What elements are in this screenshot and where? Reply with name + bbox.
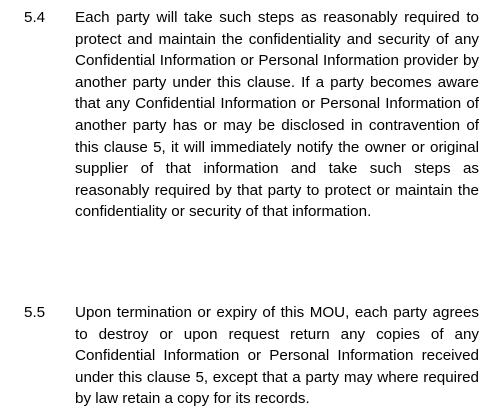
clause-number: 5.5: [24, 304, 46, 321]
clause-5-5: 5.5 Upon termination or expiry of this M…: [24, 302, 479, 410]
clause-text: Each party will take such steps as reaso…: [75, 9, 479, 221]
clause-5-4: 5.4 Each party will take such steps as r…: [24, 7, 479, 223]
clause-text: Upon termination or expiry of this MOU, …: [75, 304, 479, 408]
document-page: 5.4 Each party will take such steps as r…: [0, 0, 489, 420]
clause-number: 5.4: [24, 9, 46, 26]
